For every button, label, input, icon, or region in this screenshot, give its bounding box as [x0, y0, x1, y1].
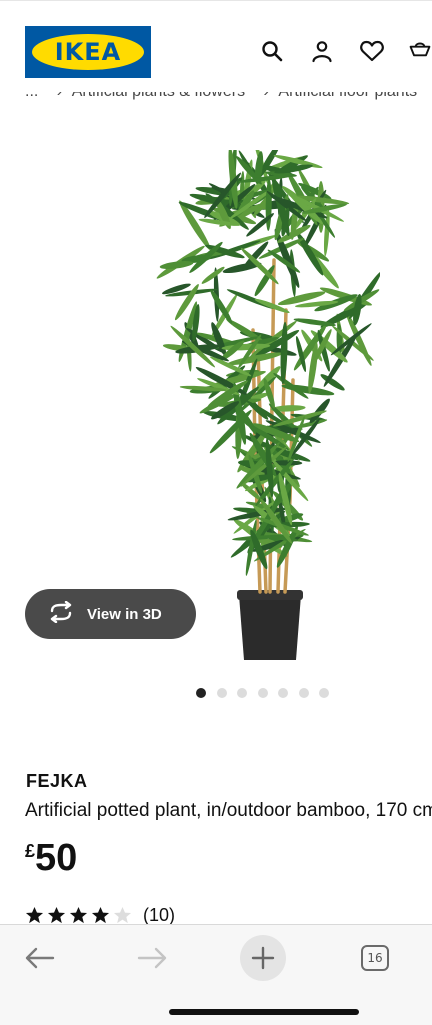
breadcrumb-item-plants-flowers[interactable]: Artificial plants & flowers: [72, 92, 245, 100]
tabs-button[interactable]: 16: [352, 935, 398, 981]
cart-icon[interactable]: [408, 37, 432, 65]
rotate-3d-icon: [47, 600, 75, 628]
chevron-right-icon: ›: [264, 92, 269, 100]
product-name: FEJKA: [26, 771, 88, 791]
review-count: (10): [143, 904, 176, 925]
star-icon: [113, 906, 132, 923]
search-icon[interactable]: [258, 37, 286, 65]
new-tab-plus-icon[interactable]: [240, 935, 286, 981]
back-arrow-icon[interactable]: [17, 935, 63, 981]
forward-arrow-icon[interactable]: [129, 935, 175, 981]
plant-leaf: [291, 418, 321, 457]
product-price: £ 50: [25, 836, 77, 880]
star-icon: [69, 906, 88, 923]
home-indicator: [169, 1009, 359, 1015]
ikea-logo[interactable]: IKEA: [25, 26, 151, 78]
carousel-dot[interactable]: [216, 688, 227, 698]
carousel-dot[interactable]: [257, 688, 268, 698]
browser-toolbar: 16: [0, 924, 432, 1025]
view-in-3d-button[interactable]: View in 3D: [25, 589, 196, 639]
breadcrumb-ellipsis[interactable]: ...: [25, 92, 38, 100]
price-currency: £: [25, 841, 36, 861]
site-header: IKEA: [0, 0, 432, 91]
image-carousel-dots: [196, 688, 340, 698]
breadcrumb-item-floor-plants[interactable]: Artificial floor plants: [278, 92, 417, 100]
star-icon: [25, 906, 44, 923]
plant-leaf: [201, 266, 225, 284]
carousel-dot[interactable]: [196, 688, 206, 698]
carousel-dot[interactable]: [298, 688, 309, 698]
carousel-dot[interactable]: [278, 688, 288, 698]
logo-oval: IKEA: [32, 34, 144, 70]
plant-leaf: [281, 384, 335, 396]
carousel-dot[interactable]: [237, 688, 247, 698]
star-icon: [91, 906, 110, 923]
heart-icon[interactable]: [358, 37, 386, 65]
chevron-right-icon: ›: [57, 92, 62, 100]
logo-text: IKEA: [54, 38, 122, 66]
tab-count: 16: [361, 945, 389, 971]
carousel-dot[interactable]: [319, 688, 329, 698]
user-icon[interactable]: [308, 37, 336, 65]
breadcrumb: ... › Artificial plants & flowers › Arti…: [25, 92, 432, 112]
plant-leaf: [265, 179, 272, 231]
star-icon: [47, 906, 66, 923]
product-description: Artificial potted plant, in/outdoor bamb…: [25, 800, 432, 821]
view-in-3d-label: View in 3D: [87, 605, 162, 623]
price-value: 50: [35, 837, 78, 879]
